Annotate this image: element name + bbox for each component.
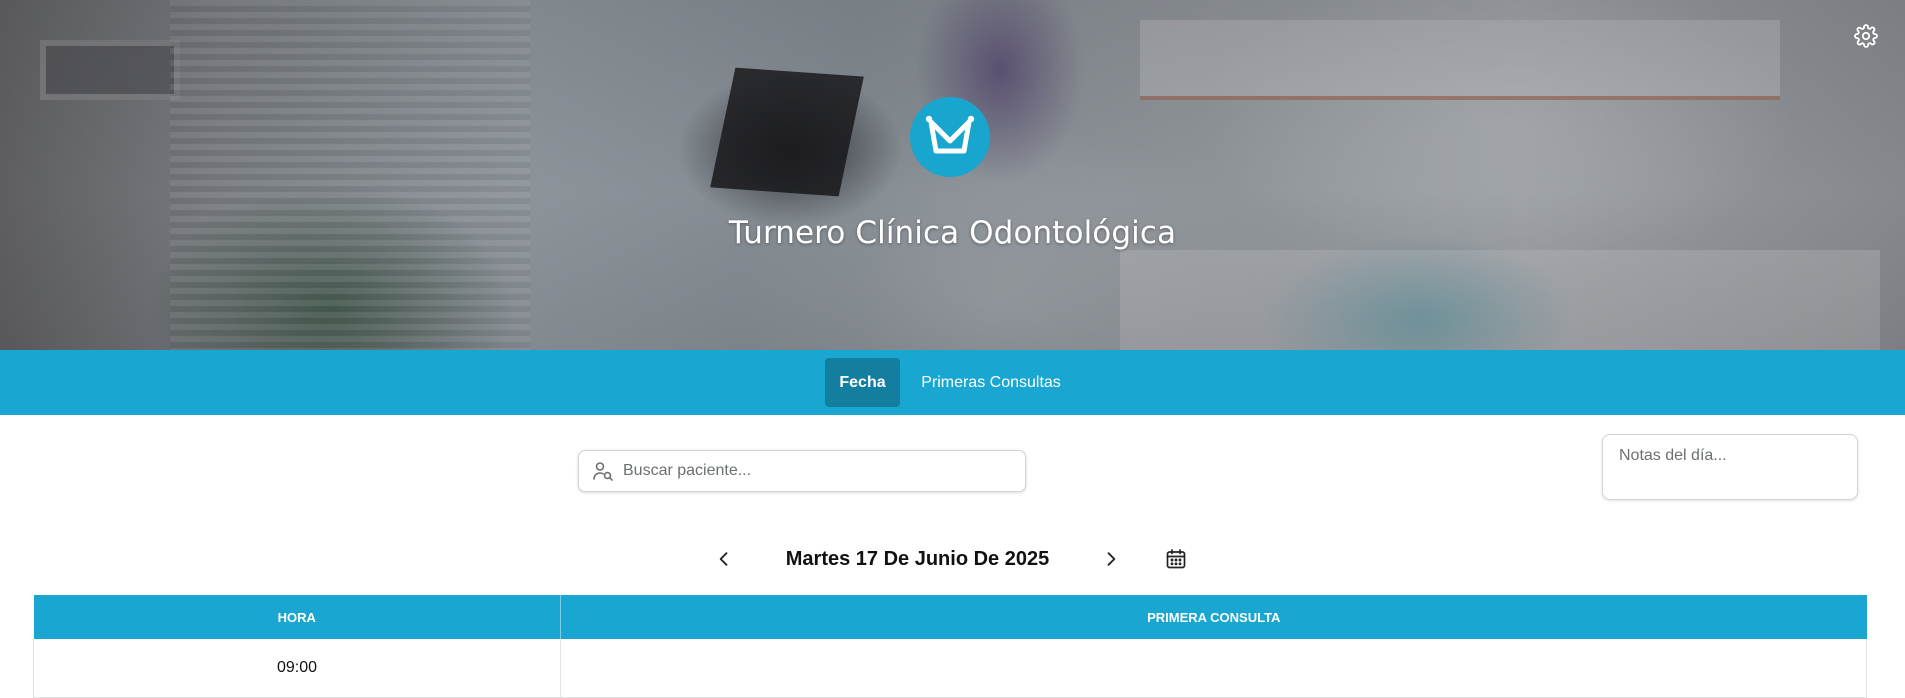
chevron-right-icon[interactable] bbox=[1097, 545, 1125, 573]
nav-bar: Fecha Primeras Consultas bbox=[0, 350, 1905, 415]
current-date: Martes 17 De Junio De 2025 bbox=[785, 548, 1050, 570]
tab-fecha[interactable]: Fecha bbox=[825, 358, 900, 407]
crown-logo-icon bbox=[910, 97, 990, 177]
search-input[interactable] bbox=[621, 461, 1011, 481]
appointment-cell[interactable] bbox=[560, 639, 1867, 698]
notes-field[interactable] bbox=[1602, 434, 1858, 500]
page-title: Turnero Clínica Odontológica bbox=[728, 215, 1177, 251]
calendar-icon[interactable] bbox=[1162, 545, 1190, 573]
table-row[interactable]: 09:00 bbox=[33, 639, 1867, 698]
gear-icon[interactable] bbox=[1854, 24, 1878, 48]
hero-banner: Turnero Clínica Odontológica bbox=[0, 0, 1905, 350]
column-header-primera-consulta: PRIMERA CONSULTA bbox=[560, 595, 1867, 639]
chevron-left-icon[interactable] bbox=[710, 545, 738, 573]
search-box bbox=[578, 450, 1026, 492]
column-header-hora: HORA bbox=[33, 595, 561, 639]
user-search-icon bbox=[593, 462, 613, 481]
time-cell: 09:00 bbox=[33, 639, 561, 698]
appointments-table: HORA PRIMERA CONSULTA 09:00 bbox=[33, 595, 1867, 698]
table-header-row: HORA PRIMERA CONSULTA bbox=[33, 595, 1867, 639]
tab-primeras-consultas[interactable]: Primeras Consultas bbox=[912, 358, 1070, 407]
